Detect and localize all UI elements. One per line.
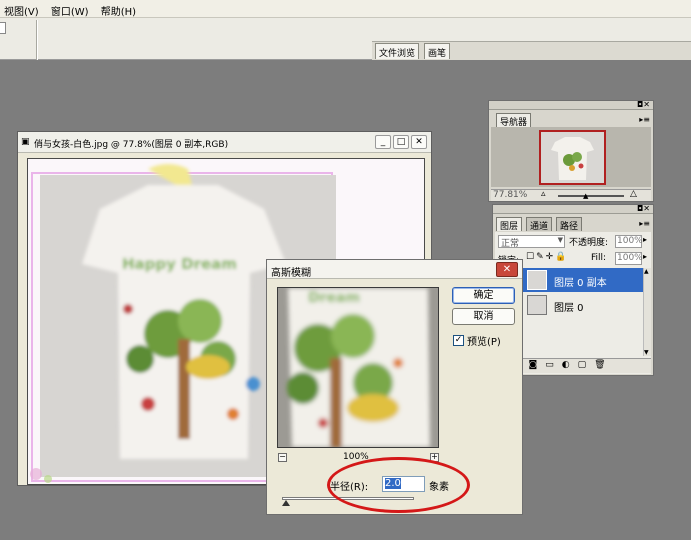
annotation-ellipse <box>327 457 470 513</box>
navigator-zoom-bar: 77.81% ▵ ▲ △ <box>491 189 651 201</box>
zoom-out-button[interactable]: − <box>278 453 287 462</box>
ok-button[interactable]: 确定 <box>452 287 515 304</box>
fill-arrow-icon[interactable]: ▸ <box>643 252 647 261</box>
opacity-input[interactable]: 100% <box>615 235 643 248</box>
dialog-title: 高斯模糊 <box>271 268 311 279</box>
layer-name: 图层 0 <box>554 303 584 314</box>
fill-input[interactable]: 100% <box>615 252 643 265</box>
menu-bar: 视图(V) 窗口(W) 帮助(H) <box>0 0 691 18</box>
checkmark-icon: ✓ <box>454 335 463 345</box>
layer-thumbnail <box>527 270 547 290</box>
blur-preview-image: Dream <box>278 288 438 447</box>
opacity-label: 不透明度: <box>569 238 609 248</box>
blend-mode-select[interactable]: 正常 ▼ <box>498 235 565 249</box>
navigator-zoom-value[interactable]: 77.81% <box>493 190 527 200</box>
preview-label: 预览(P) <box>467 337 501 348</box>
navigator-preview-area <box>491 127 651 187</box>
layers-titlebar[interactable]: ◘✕ <box>493 204 653 214</box>
tab-paths[interactable]: 路径 <box>556 217 583 232</box>
document-title: 俏与女孩-白色.jpg @ 77.8%(图层 0 副本,RGB) <box>34 140 229 150</box>
ps-document-icon: ▣ <box>21 137 30 147</box>
tab-brushes[interactable]: 画笔 <box>424 43 451 59</box>
palette-close-icon[interactable]: ◘✕ <box>637 100 650 109</box>
blend-mode-value: 正常 <box>501 239 520 249</box>
layer-thumbnail <box>527 295 547 315</box>
tab-navigator[interactable]: 导航器 <box>496 113 532 128</box>
palette-well <box>372 41 691 60</box>
cancel-button[interactable]: 取消 <box>452 308 515 325</box>
chevron-down-icon: ▼ <box>557 236 563 244</box>
scroll-up-icon[interactable]: ▲ <box>644 268 649 275</box>
maximize-button[interactable]: □ <box>393 135 409 149</box>
tab-layers[interactable]: 图层 <box>496 217 523 232</box>
svg-text:Dream: Dream <box>308 290 360 306</box>
menu-help[interactable]: 帮助(H) <box>97 0 141 18</box>
opacity-arrow-icon[interactable]: ▸ <box>643 235 647 244</box>
tab-channels[interactable]: 通道 <box>526 217 553 232</box>
navigator-view-box[interactable] <box>539 130 606 185</box>
navigator-zoom-slider[interactable] <box>558 195 624 197</box>
navigator-slider-thumb-icon[interactable]: ▲ <box>583 192 588 200</box>
radius-slider-thumb[interactable] <box>281 500 290 506</box>
menu-view[interactable]: 视图(V) <box>0 0 44 18</box>
scroll-down-icon[interactable]: ▼ <box>644 349 649 356</box>
minimize-button[interactable]: _ <box>375 135 391 149</box>
tab-file-browser[interactable]: 文件浏览 <box>375 43 420 59</box>
options-bar-separator <box>36 20 38 60</box>
navigator-titlebar[interactable]: ◘✕ <box>489 100 653 110</box>
dialog-titlebar[interactable]: 高斯模糊 ✕ <box>267 260 522 279</box>
fill-label: Fill: <box>591 253 607 263</box>
palette-close-icon[interactable]: ◘✕ <box>637 204 650 213</box>
lock-icons[interactable]: ☐✎✛🔒 <box>526 252 568 262</box>
shirt-print-text: Happy Dream <box>122 255 237 273</box>
document-titlebar[interactable]: ▣ 俏与女孩-白色.jpg @ 77.8%(图层 0 副本,RGB) _ □ ✕ <box>18 132 431 153</box>
navigator-thumbnail <box>541 132 604 183</box>
palette-menu-icon[interactable]: ▸≡ <box>639 219 650 228</box>
menu-window[interactable]: 窗口(W) <box>47 0 94 18</box>
layers-scrollbar[interactable]: ▲ ▼ <box>643 268 651 356</box>
zoom-out-icon[interactable]: ▵ <box>541 189 546 199</box>
blur-preview[interactable]: Dream <box>277 287 439 448</box>
palette-menu-icon[interactable]: ▸≡ <box>639 115 650 124</box>
options-bar-tool-stub[interactable] <box>0 22 6 34</box>
close-button[interactable]: ✕ <box>411 135 427 149</box>
navigator-palette: ◘✕ 导航器 ▸≡ 77.81% ▵ ▲ △ <box>488 100 654 202</box>
dialog-close-button[interactable]: ✕ <box>496 262 518 277</box>
preview-checkbox[interactable]: ✓ <box>453 335 464 346</box>
layer-name: 图层 0 副本 <box>554 278 607 289</box>
zoom-in-icon[interactable]: △ <box>630 189 637 199</box>
